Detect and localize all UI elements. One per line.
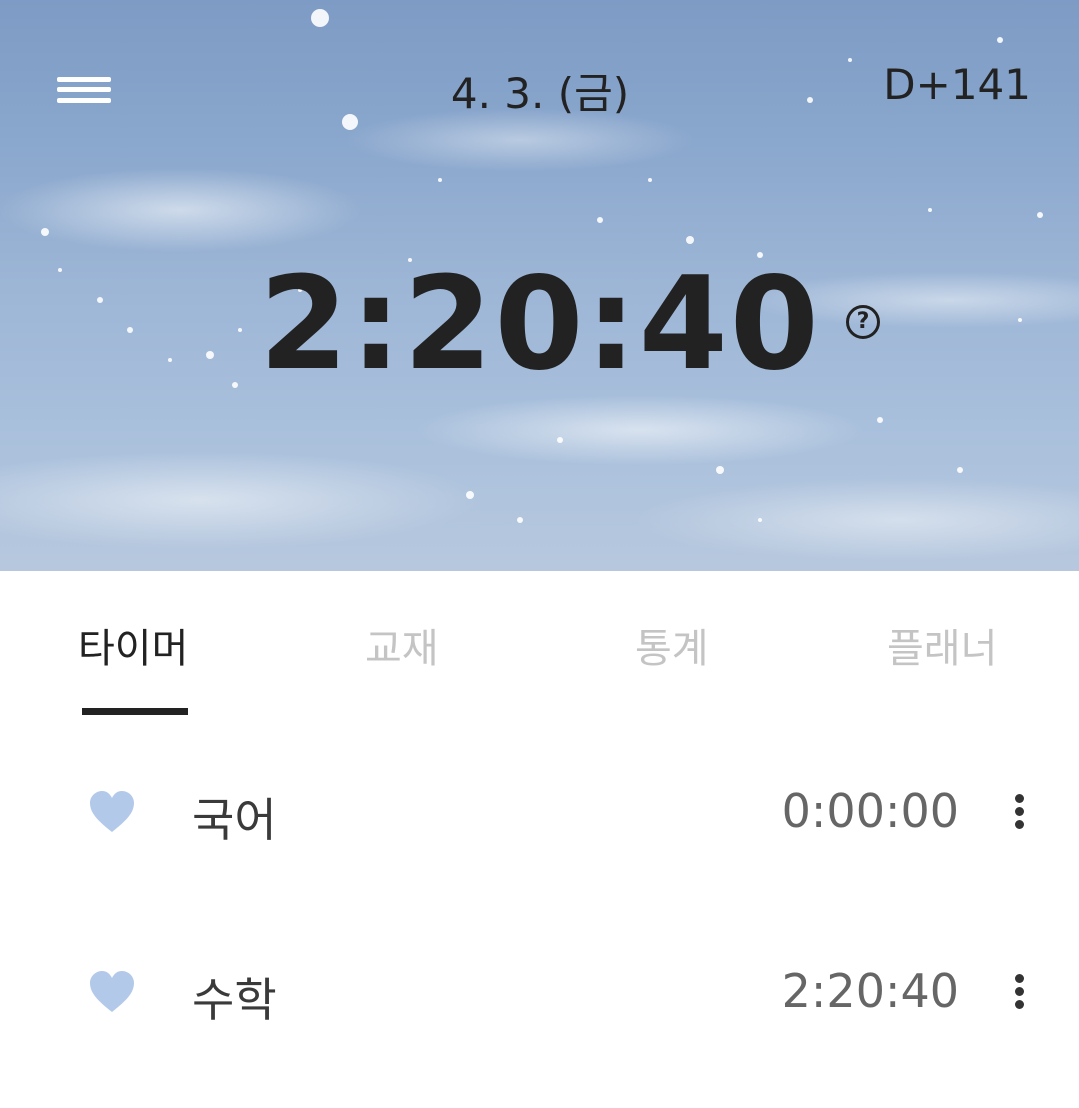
more-options-icon[interactable]	[1010, 792, 1030, 832]
tab-timer[interactable]: 타이머	[78, 616, 188, 674]
subject-name: 수학	[192, 973, 277, 1027]
current-date: 4. 3. (금)	[450, 69, 630, 118]
header-background: 4. 3. (금) D+141 2:20:40 ?	[0, 0, 1079, 571]
question-circle-icon[interactable]: ?	[846, 305, 880, 339]
subject-time: 2:20:40	[781, 964, 959, 1018]
tab-bar: 타이머 교재 통계 플래너	[0, 571, 1079, 716]
hamburger-menu-icon	[57, 77, 111, 82]
total-study-time: 2:20:40	[259, 250, 821, 399]
tab-textbook[interactable]: 교재	[365, 616, 439, 674]
subject-time: 0:00:00	[781, 784, 959, 838]
heart-icon[interactable]	[88, 790, 136, 834]
active-tab-indicator	[82, 708, 188, 715]
subject-name: 국어	[192, 793, 277, 847]
subject-row[interactable]: 국어 0:00:00	[0, 762, 1079, 862]
more-options-icon[interactable]	[1010, 972, 1030, 1012]
tab-statistics[interactable]: 통계	[635, 616, 709, 674]
heart-icon[interactable]	[88, 970, 136, 1014]
menu-button[interactable]	[57, 68, 111, 106]
tab-planner[interactable]: 플래너	[887, 616, 997, 674]
subject-row[interactable]: 수학 2:20:40	[0, 942, 1079, 1042]
d-day-counter: D+141	[883, 60, 1031, 109]
